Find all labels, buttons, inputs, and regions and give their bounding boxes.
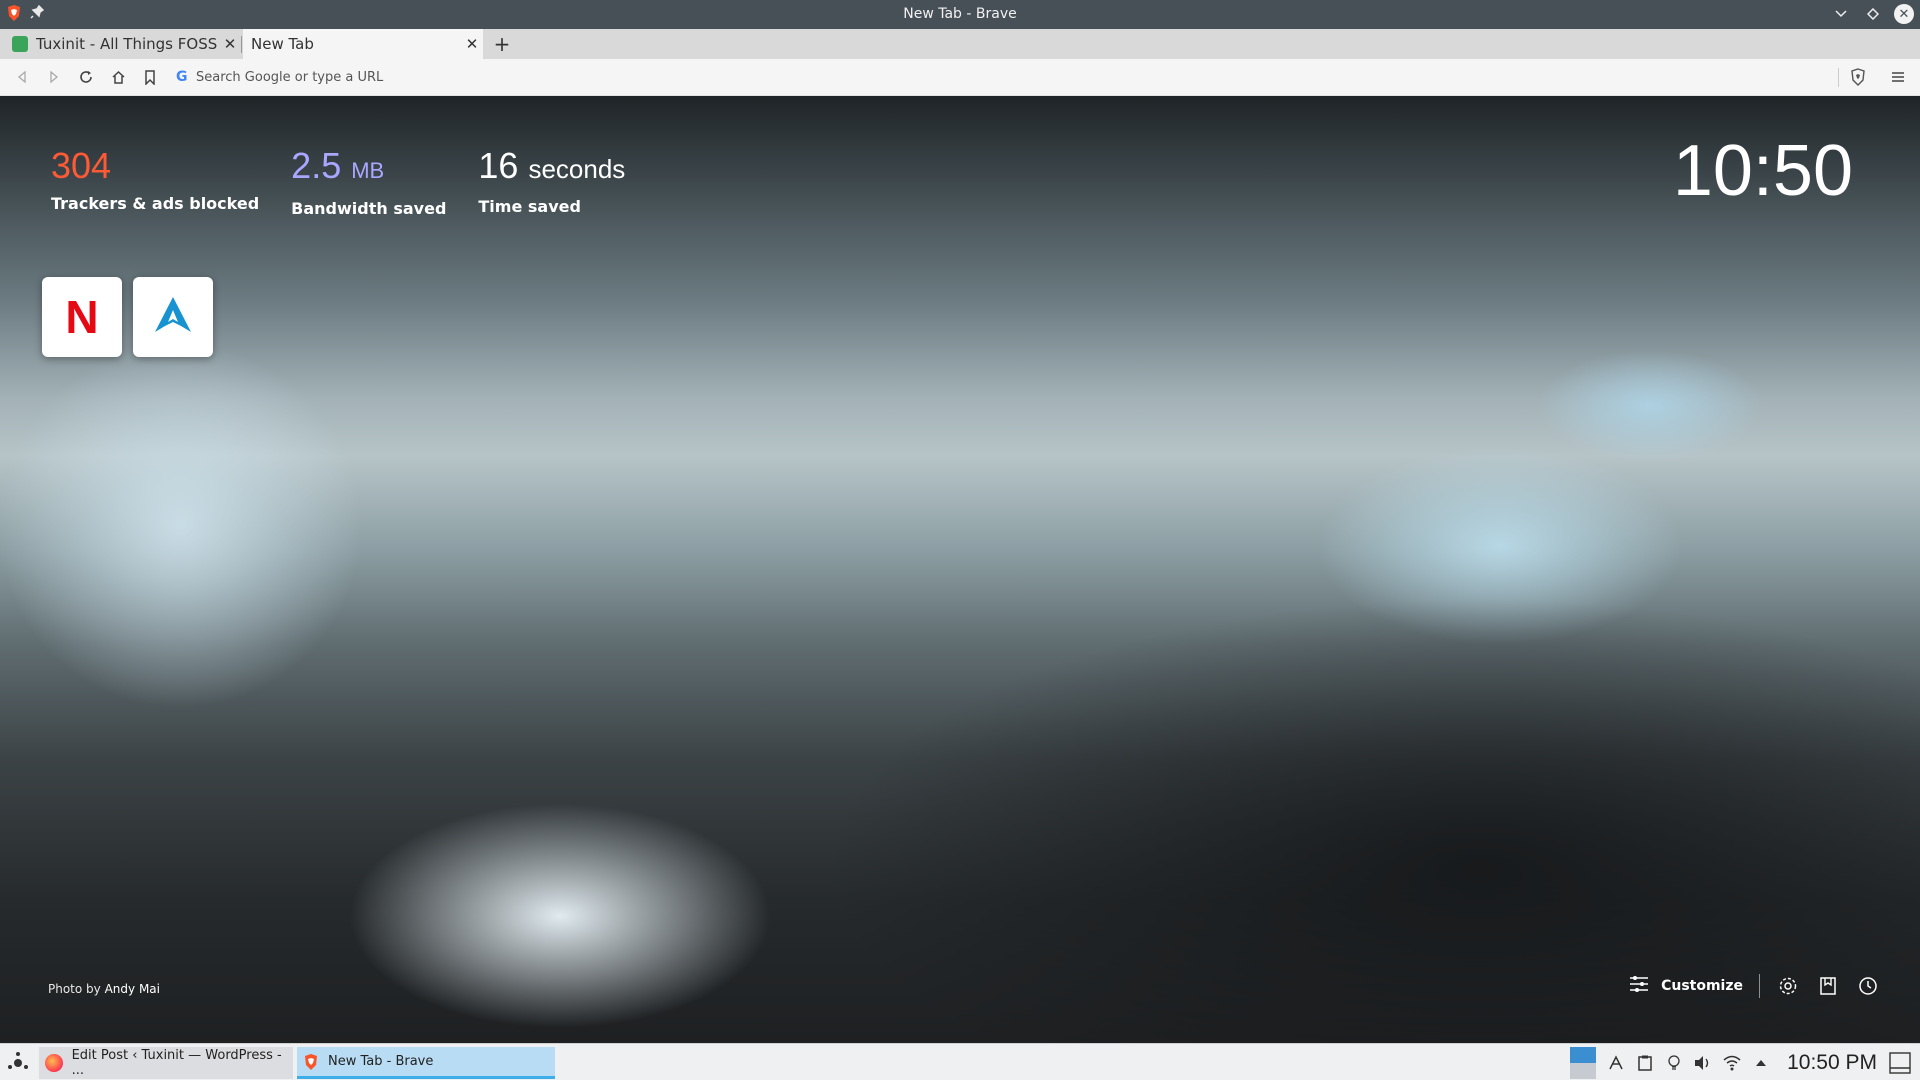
window-titlebar: New Tab - Brave ✕ bbox=[0, 0, 1920, 29]
system-taskbar: Edit Post ‹ Tuxinit — WordPress - ... Ne… bbox=[0, 1043, 1920, 1080]
sliders-icon bbox=[1629, 975, 1649, 997]
photo-credit: Photo by Andy Mai bbox=[48, 982, 160, 996]
kdeconnect-icon[interactable] bbox=[1607, 1054, 1625, 1072]
taskbar-item-firefox[interactable]: Edit Post ‹ Tuxinit — WordPress - ... bbox=[39, 1047, 293, 1079]
trackers-count: 304 bbox=[51, 145, 112, 186]
application-launcher-icon[interactable] bbox=[5, 1050, 31, 1076]
time-unit: seconds bbox=[528, 154, 626, 184]
window-title: New Tab - Brave bbox=[903, 6, 1017, 22]
system-tray: 10:50 PM bbox=[1570, 1044, 1920, 1080]
top-site-arch[interactable] bbox=[133, 277, 213, 357]
tray-expand-icon[interactable] bbox=[1752, 1054, 1770, 1072]
wifi-icon[interactable] bbox=[1723, 1054, 1741, 1072]
tab-new-tab[interactable]: New Tab ✕ bbox=[243, 29, 483, 59]
back-button[interactable] bbox=[11, 66, 33, 88]
address-bar[interactable]: G bbox=[176, 65, 1836, 89]
task-label: New Tab - Brave bbox=[328, 1054, 434, 1069]
actions-divider bbox=[1759, 974, 1760, 998]
task-label: Edit Post ‹ Tuxinit — WordPress - ... bbox=[71, 1048, 282, 1078]
taskbar-item-brave[interactable]: New Tab - Brave bbox=[297, 1047, 555, 1079]
menu-icon[interactable] bbox=[1887, 66, 1909, 88]
google-icon: G bbox=[176, 69, 188, 85]
minimize-button[interactable] bbox=[1830, 3, 1852, 25]
close-window-button[interactable]: ✕ bbox=[1894, 4, 1914, 24]
time-value: 16 bbox=[478, 145, 519, 186]
top-sites: N bbox=[42, 277, 213, 357]
close-tab-icon[interactable]: ✕ bbox=[461, 35, 483, 53]
customize-label: Customize bbox=[1661, 978, 1743, 994]
night-light-icon[interactable] bbox=[1665, 1054, 1683, 1072]
tab-label: Tuxinit - All Things FOSS & Linux bbox=[36, 35, 219, 53]
top-site-netflix[interactable]: N bbox=[42, 277, 122, 357]
tuxinit-favicon bbox=[12, 36, 28, 52]
maximize-button[interactable] bbox=[1862, 3, 1884, 25]
bookmark-icon[interactable] bbox=[139, 66, 161, 88]
photo-credit-prefix: Photo by bbox=[48, 982, 101, 996]
brave-stats: 304 Trackers & ads blocked 2.5 MB Bandwi… bbox=[51, 144, 625, 218]
new-tab-page: 304 Trackers & ads blocked 2.5 MB Bandwi… bbox=[0, 96, 1920, 1043]
new-tab-button[interactable]: + bbox=[490, 32, 514, 56]
url-input[interactable] bbox=[196, 69, 796, 85]
bandwidth-stat: 2.5 MB Bandwidth saved bbox=[291, 144, 446, 218]
brave-shields-icon[interactable] bbox=[1847, 66, 1869, 88]
firefox-icon bbox=[45, 1054, 63, 1072]
bandwidth-unit: MB bbox=[351, 158, 385, 183]
time-label: Time saved bbox=[478, 197, 581, 216]
tab-strip: Tuxinit - All Things FOSS & Linux ✕ New … bbox=[0, 29, 1920, 59]
bookmarks-icon[interactable] bbox=[1816, 974, 1840, 998]
reload-icon[interactable] bbox=[75, 66, 97, 88]
close-tab-icon[interactable]: ✕ bbox=[219, 35, 241, 53]
volume-icon[interactable] bbox=[1694, 1054, 1712, 1072]
toolbar-divider bbox=[1838, 68, 1839, 87]
trackers-stat: 304 Trackers & ads blocked bbox=[51, 144, 259, 218]
trackers-label: Trackers & ads blocked bbox=[51, 194, 260, 213]
tab-tuxinit[interactable]: Tuxinit - All Things FOSS & Linux ✕ bbox=[0, 29, 241, 59]
photo-credit-author[interactable]: Andy Mai bbox=[105, 982, 160, 996]
customize-button[interactable]: Customize bbox=[1629, 975, 1743, 997]
brave-icon bbox=[303, 1053, 319, 1071]
new-tab-actions: Customize bbox=[1629, 974, 1880, 998]
tab-label: New Tab bbox=[251, 35, 314, 53]
show-desktop-icon[interactable] bbox=[1888, 1051, 1912, 1075]
tab-separator bbox=[241, 36, 242, 53]
arch-linux-icon bbox=[153, 296, 193, 338]
virtual-desktop-pager[interactable] bbox=[1570, 1046, 1597, 1079]
time-stat: 16 seconds Time saved bbox=[478, 144, 625, 218]
clipboard-icon[interactable] bbox=[1636, 1054, 1654, 1072]
bandwidth-value: 2.5 bbox=[291, 145, 342, 186]
bandwidth-label: Bandwidth saved bbox=[291, 199, 447, 218]
netflix-icon: N bbox=[65, 291, 99, 343]
forward-button[interactable] bbox=[43, 66, 65, 88]
history-icon[interactable] bbox=[1856, 974, 1880, 998]
settings-gear-icon[interactable] bbox=[1776, 974, 1800, 998]
browser-toolbar: G bbox=[0, 59, 1920, 96]
new-tab-clock: 10:50 bbox=[1672, 131, 1853, 211]
home-icon[interactable] bbox=[107, 66, 129, 88]
system-clock[interactable]: 10:50 PM bbox=[1787, 1051, 1877, 1075]
